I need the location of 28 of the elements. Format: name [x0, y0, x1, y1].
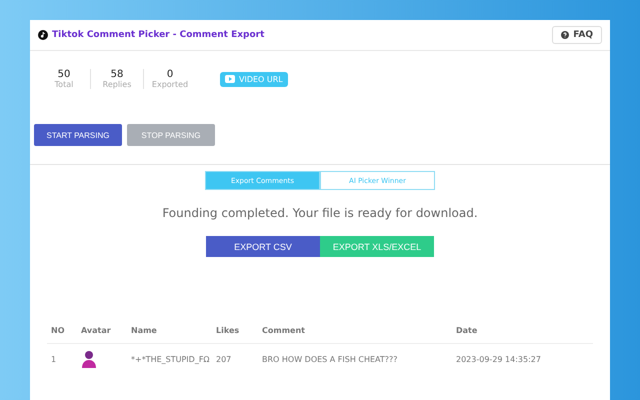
export-button[interactable]: EXPORT XLS/EXCEL: [320, 236, 434, 257]
faq-button[interactable]: FAQ: [552, 26, 602, 44]
avatar-icon: [81, 350, 97, 368]
column-header: NO: [51, 326, 66, 334]
table-cell-text: *+*THE_STUPID_FΩ: [131, 354, 211, 364]
column-header: Avatar: [81, 326, 112, 334]
column-header: Date: [456, 326, 478, 334]
table-cell-text: 1: [51, 354, 58, 364]
status-message: Founding completed. Your file is ready for download.: [161, 206, 479, 220]
table-cell-text: BRO HOW DOES A FISH CHEAT???: [262, 354, 399, 364]
video-url-button[interactable]: VIDEO URL: [220, 72, 288, 86]
app-title: Tiktok Comment Picker - Comment Export: [38, 30, 264, 40]
stat-label: Exported: [152, 80, 188, 89]
play-icon: [225, 75, 235, 83]
music-note-icon: [38, 30, 48, 40]
stat-value: 0: [166, 69, 174, 80]
stat-value: 58: [110, 69, 124, 80]
parse-button[interactable]: START PARSING: [34, 124, 122, 146]
stat-label: Total: [54, 80, 74, 89]
column-header: Likes: [216, 326, 240, 334]
stat-value: 50: [58, 69, 70, 80]
column-header: Name: [131, 326, 158, 334]
stat-label: Replies: [102, 80, 132, 89]
export-button[interactable]: EXPORT CSV: [206, 236, 320, 257]
question-icon: [561, 31, 570, 39]
table-cell-text: 2023-09-29 14:35:27: [456, 354, 542, 364]
column-header: Comment: [262, 326, 306, 334]
table-cell-text: 207: [216, 354, 232, 364]
